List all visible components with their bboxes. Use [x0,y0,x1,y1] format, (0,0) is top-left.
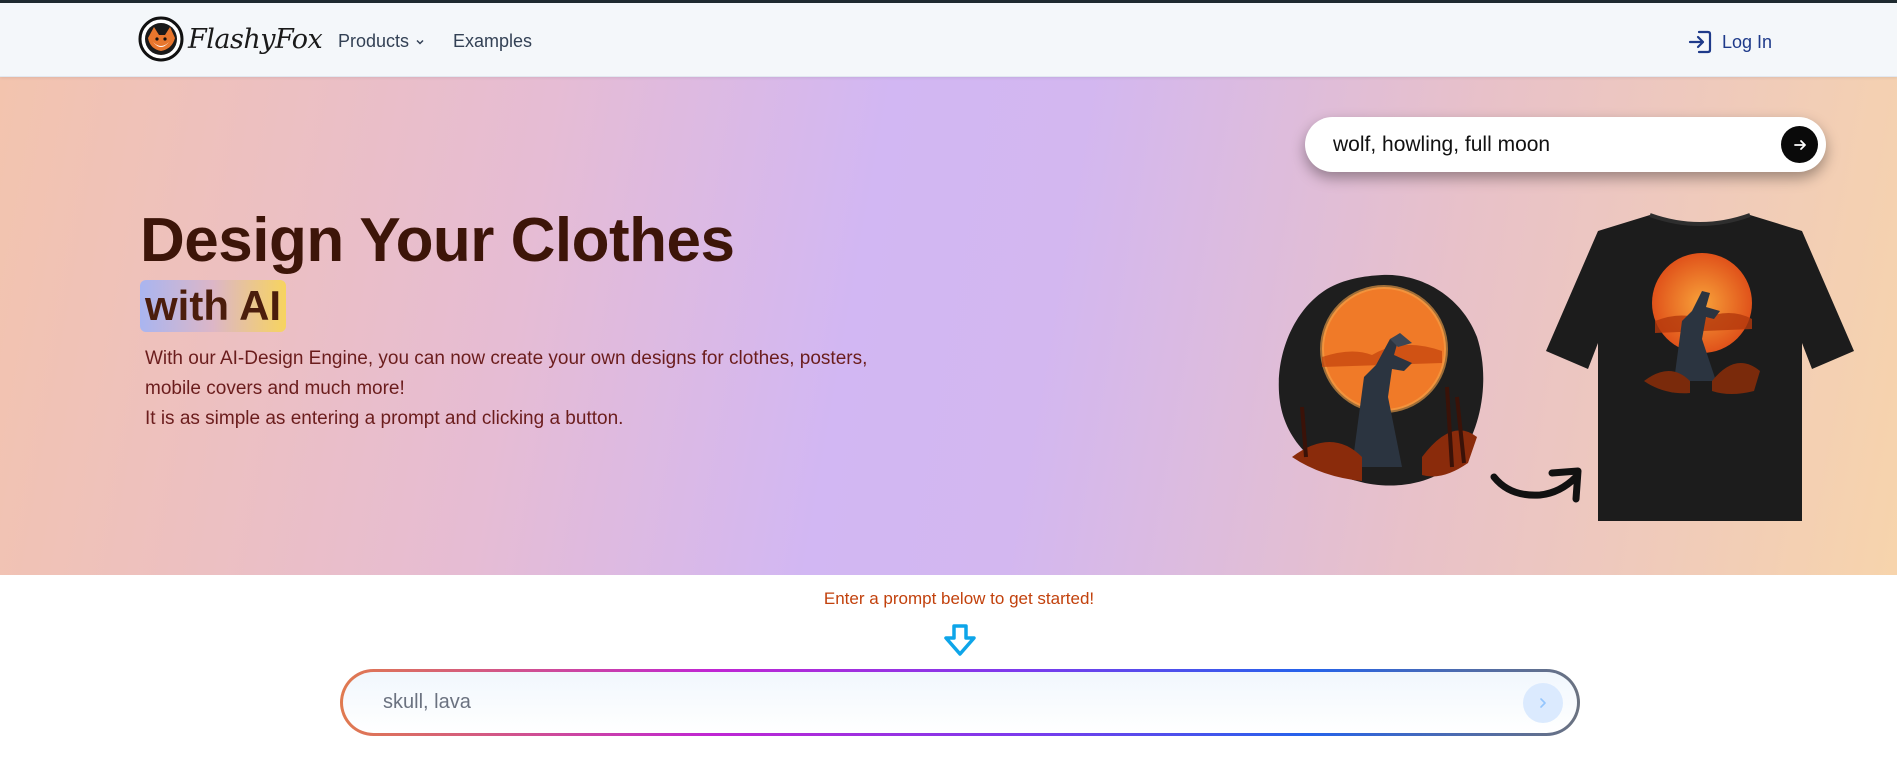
prompt-submit-button[interactable] [1523,682,1563,723]
hero-description: With our AI-Design Engine, you can now c… [145,344,905,434]
nav-products-label: Products [338,31,410,51]
login-button[interactable]: Log In [1686,28,1772,56]
tshirt-product-image [1546,213,1854,521]
brand-name: FlashyFox [188,23,323,55]
down-arrow-icon [944,624,976,656]
nav-products-dropdown[interactable]: Products [338,31,425,52]
fox-logo-icon [138,16,184,62]
example-prompt-text: wolf, howling, full moon [1333,132,1551,156]
hero-title: Design Your Clothes [140,206,735,275]
log-in-icon [1688,30,1712,54]
nav-examples-label: Examples [453,31,533,51]
example-prompt-box[interactable]: wolf, howling, full moon [1305,117,1826,172]
hero-highlight: with AI [140,280,287,332]
hero-description-line: mobile covers and much more! [145,378,405,399]
example-submit-button[interactable] [1781,126,1818,163]
hero-description-line: It is as simple as entering a prompt and… [145,408,624,429]
arrow-right-icon [1793,139,1806,150]
navbar: FlashyFox Products Examples Log In [0,3,1897,77]
wolf-sticker-illustration [1278,274,1484,486]
hero-description-line: With our AI-Design Engine, you can now c… [145,348,868,369]
brand-logo[interactable]: FlashyFox [138,16,323,62]
prompt-input-inner [343,672,1577,733]
prompt-hint: Enter a prompt below to get started! [823,589,1095,608]
prompt-input[interactable] [383,691,1523,714]
chevron-down-icon [416,39,424,45]
prompt-input-container [340,669,1580,736]
chevron-right-icon [1540,697,1546,708]
nav-examples-link[interactable]: Examples [453,31,532,52]
hero-section: Design Your Clothes with AI With our AI-… [0,77,1897,575]
login-label: Log In [1722,31,1773,52]
